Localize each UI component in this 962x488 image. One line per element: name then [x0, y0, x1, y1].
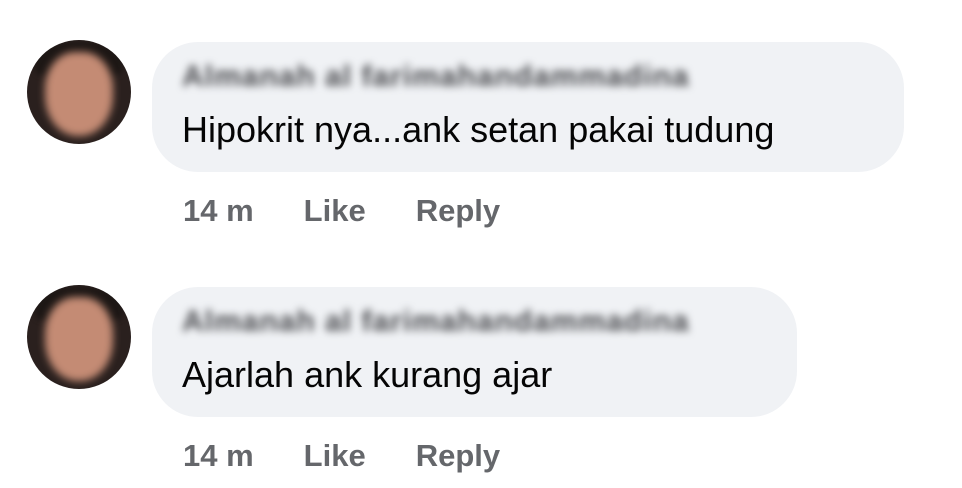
comment-text: Ajarlah ank kurang ajar: [182, 354, 553, 395]
comment-actions: 14 m Like Reply: [183, 193, 500, 229]
like-button[interactable]: Like: [304, 438, 366, 474]
reply-button[interactable]: Reply: [416, 193, 500, 229]
comment-timestamp[interactable]: 14 m: [183, 193, 254, 229]
like-button[interactable]: Like: [304, 193, 366, 229]
avatar-face: [45, 297, 113, 381]
comment-author-name[interactable]: Almanah al farimahandammadina: [182, 60, 689, 94]
comment-bubble: Almanah al farimahandammadina Ajarlah an…: [152, 287, 797, 417]
avatar[interactable]: [27, 285, 131, 389]
comment-actions: 14 m Like Reply: [183, 438, 500, 474]
comment-author-name[interactable]: Almanah al farimahandammadina: [182, 305, 689, 339]
comment-timestamp[interactable]: 14 m: [183, 438, 254, 474]
avatar-face: [45, 52, 113, 136]
comment-text: Hipokrit nya...ank setan pakai tudung: [182, 109, 775, 150]
comment-bubble: Almanah al farimahandammadina Hipokrit n…: [152, 42, 904, 172]
reply-button[interactable]: Reply: [416, 438, 500, 474]
avatar[interactable]: [27, 40, 131, 144]
